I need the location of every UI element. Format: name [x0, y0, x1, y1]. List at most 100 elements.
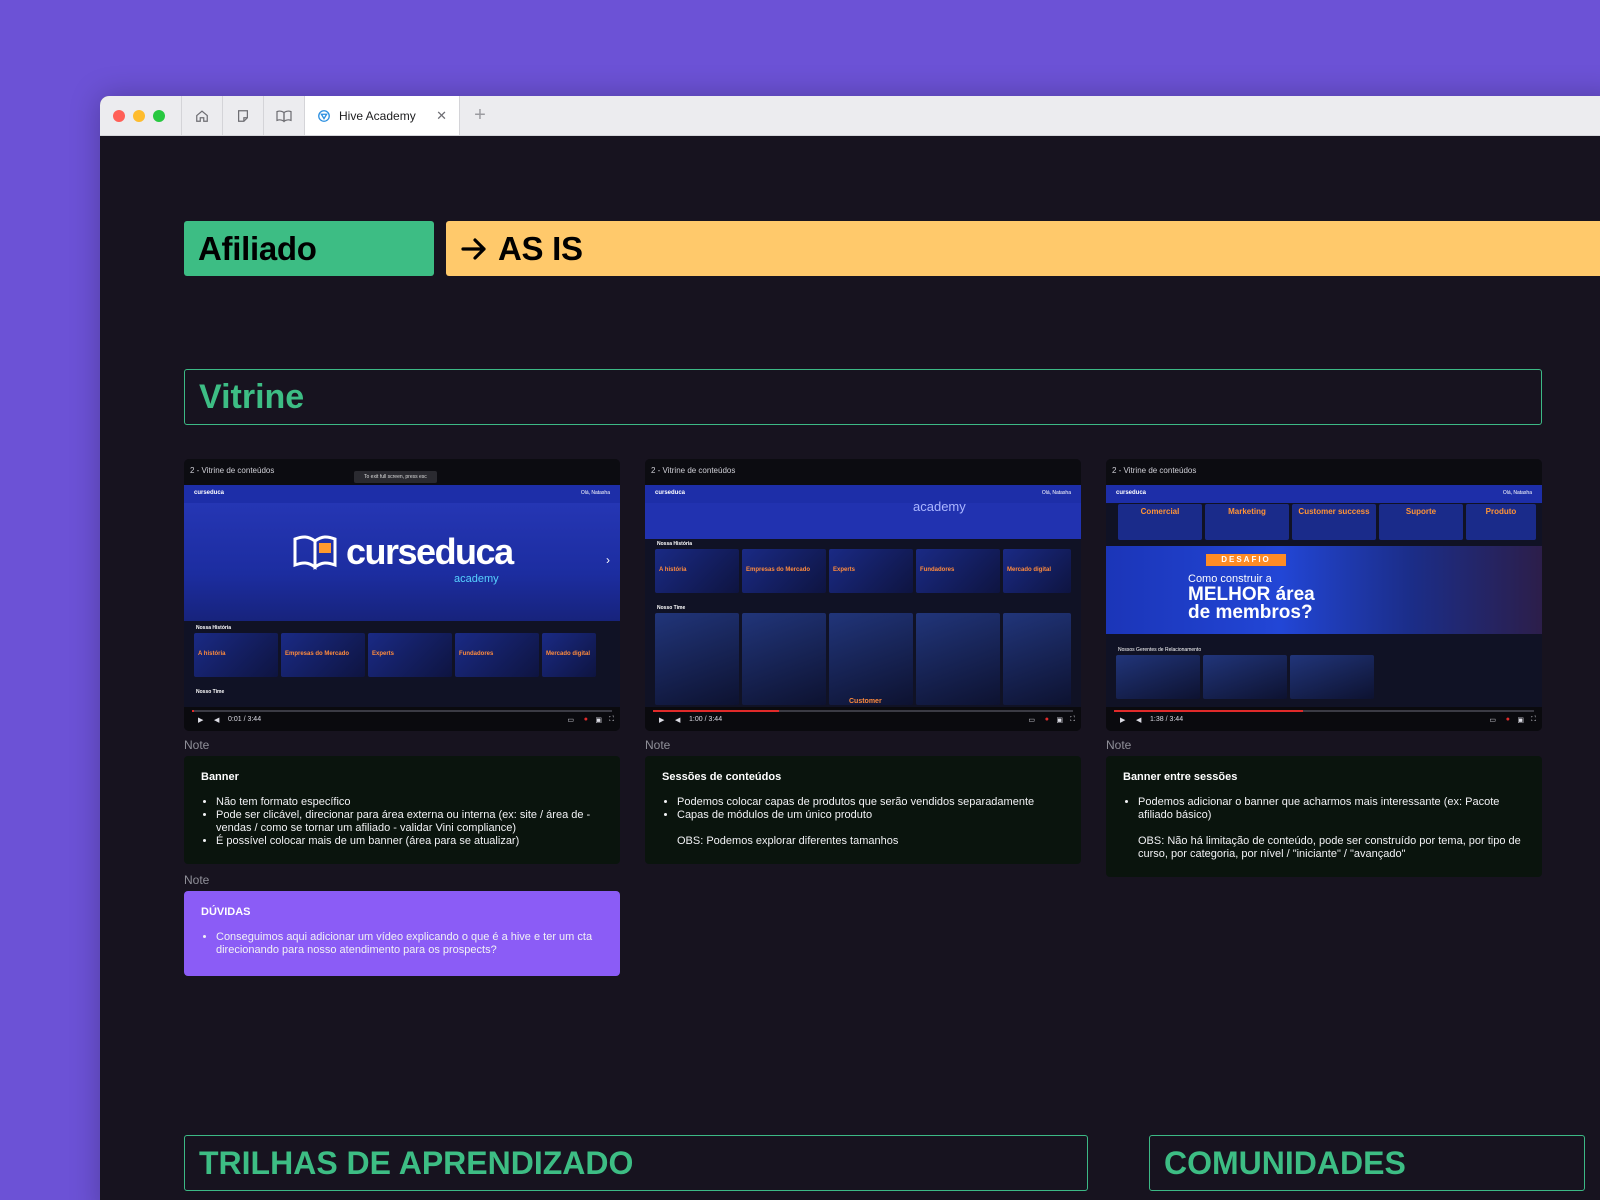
home-button[interactable]: [182, 96, 223, 135]
row-title: Nosso Time: [657, 605, 686, 611]
arrow-right-icon: [461, 237, 486, 260]
volume-icon[interactable]: ◀: [214, 716, 219, 724]
fullscreen-icon[interactable]: ⛶: [609, 716, 614, 724]
play-icon[interactable]: ▶: [659, 716, 664, 724]
content-row: A história Empresas do Mercado Experts F…: [194, 633, 596, 677]
team-card[interactable]: Customer: [829, 613, 913, 705]
library-button[interactable]: [264, 96, 305, 135]
note-questions[interactable]: DÚVIDAS Conseguimos aqui adicionar um ví…: [184, 891, 620, 976]
zoom-window-button[interactable]: [153, 109, 165, 122]
captions-icon[interactable]: ▭: [567, 716, 574, 724]
category-card[interactable]: Produto: [1466, 504, 1536, 540]
row-title: Nossa História: [657, 541, 693, 547]
content-card[interactable]: Experts: [368, 633, 452, 677]
content-card[interactable]: Empresas do Mercado: [742, 549, 826, 593]
content-card[interactable]: Fundadores: [916, 549, 1000, 593]
volume-icon[interactable]: ◀: [1136, 716, 1141, 724]
row-title: Nosso Time: [196, 689, 225, 695]
record-icon[interactable]: ●: [1506, 716, 1510, 723]
sticky-note-icon: [238, 109, 248, 122]
record-icon[interactable]: ●: [1045, 716, 1049, 723]
content-card[interactable]: Mercado digital: [542, 633, 596, 677]
fullscreen-icon[interactable]: ⛶: [1070, 716, 1075, 724]
video-progress[interactable]: [1114, 710, 1534, 712]
mini-logo: curseduca: [655, 490, 686, 496]
note-list: Podemos adicionar o banner que acharmos …: [1123, 796, 1525, 822]
fullscreen-tooltip: To exit full screen, press esc: [354, 471, 437, 483]
category-card[interactable]: Marketing: [1205, 504, 1289, 540]
note-title: Banner entre sessões: [1123, 771, 1238, 783]
manager-card[interactable]: [1116, 655, 1200, 699]
pip-icon[interactable]: ▣: [1517, 716, 1524, 724]
fullscreen-icon[interactable]: ⛶: [1531, 716, 1536, 724]
content-card[interactable]: Experts: [829, 549, 913, 593]
tab-hive-academy[interactable]: Hive Academy ✕: [305, 96, 460, 135]
pip-icon[interactable]: ▣: [595, 716, 602, 724]
browser-window: Hive Academy ✕ + Afiliado AS IS Vitrine …: [100, 96, 1600, 1200]
captions-icon[interactable]: ▭: [1489, 716, 1496, 724]
note-bullet: Podemos adicionar o banner que acharmos …: [1138, 796, 1525, 822]
category-card[interactable]: Comercial: [1118, 504, 1202, 540]
manager-card[interactable]: [1290, 655, 1374, 699]
figma-app-icon: [318, 109, 330, 122]
hero-banner: curseduca academy ›: [184, 503, 620, 621]
team-card[interactable]: [916, 613, 1000, 705]
category-card[interactable]: Customer success: [1292, 504, 1376, 540]
video-screenshot-sessions[interactable]: 2 - Vitrine de conteúdos curseduca Olá, …: [645, 459, 1081, 731]
minimize-window-button[interactable]: [133, 109, 145, 122]
content-card[interactable]: A história: [655, 549, 739, 593]
content-card[interactable]: Mercado digital: [1003, 549, 1071, 593]
close-tab-icon[interactable]: ✕: [436, 108, 447, 124]
open-book-logo-icon: [293, 535, 337, 570]
note-banner[interactable]: Banner Não tem formato específico Pode s…: [184, 756, 620, 864]
note-label: Note: [184, 738, 210, 752]
challenge-banner[interactable]: DESAFIO Como construir a MELHOR área de …: [1106, 546, 1542, 634]
video-time: 0:01 / 3:44: [228, 716, 262, 723]
video-frame: curseduca Olá, Natasha academy Nossa His…: [645, 485, 1081, 707]
close-window-button[interactable]: [113, 109, 125, 122]
note-title: Sessões de conteúdos: [662, 771, 782, 783]
note-banner-between[interactable]: Banner entre sessões Podemos adicionar o…: [1106, 756, 1542, 877]
note-label: Note: [184, 873, 210, 887]
persona-tag: Afiliado: [184, 221, 434, 276]
note-bullet: Conseguimos aqui adicionar um vídeo expl…: [216, 931, 603, 957]
record-icon[interactable]: ●: [584, 716, 588, 723]
video-progress[interactable]: [192, 710, 612, 712]
mini-navbar: curseduca Olá, Natasha: [184, 485, 620, 503]
team-card[interactable]: [1003, 613, 1071, 705]
team-card[interactable]: [742, 613, 826, 705]
content-card[interactable]: A história: [194, 633, 278, 677]
pip-icon[interactable]: ▣: [1056, 716, 1063, 724]
notes-button[interactable]: [223, 96, 264, 135]
note-bullet: Capas de módulos de um único produto: [677, 809, 1064, 822]
team-card[interactable]: [655, 613, 739, 705]
play-icon[interactable]: ▶: [1120, 716, 1125, 724]
manager-card[interactable]: [1203, 655, 1287, 699]
content-card[interactable]: Fundadores: [455, 633, 539, 677]
note-bullet: É possível colocar mais de um banner (ár…: [216, 835, 603, 848]
content-card[interactable]: Empresas do Mercado: [281, 633, 365, 677]
note-bullet: Não tem formato específico: [216, 796, 603, 809]
note-list: Conseguimos aqui adicionar um vídeo expl…: [201, 931, 603, 957]
captions-icon[interactable]: ▭: [1028, 716, 1035, 724]
video-screenshot-banner-between[interactable]: 2 - Vitrine de conteúdos curseduca Olá, …: [1106, 459, 1542, 731]
category-card[interactable]: Suporte: [1379, 504, 1463, 540]
chevron-right-icon[interactable]: ›: [606, 553, 610, 567]
hero-text: academy: [913, 499, 966, 514]
note-content-sessions[interactable]: Sessões de conteúdos Podemos colocar cap…: [645, 756, 1081, 864]
new-tab-button[interactable]: +: [460, 96, 500, 135]
video-screenshot-banner[interactable]: 2 - Vitrine de conteúdos To exit full sc…: [184, 459, 620, 731]
volume-icon[interactable]: ◀: [675, 716, 680, 724]
note-title: Banner: [201, 771, 239, 783]
note-list: Não tem formato específico Pode ser clic…: [201, 796, 603, 848]
state-label: AS IS: [498, 229, 583, 267]
video-progress[interactable]: [653, 710, 1073, 712]
note-obs: OBS: Podemos explorar diferentes tamanho…: [677, 835, 899, 847]
video-progress-fill: [1114, 710, 1303, 712]
play-icon[interactable]: ▶: [198, 716, 203, 724]
video-progress-fill: [653, 710, 779, 712]
title-bar: Hive Academy ✕ +: [100, 96, 1600, 136]
section-comunidades: COMUNIDADES: [1149, 1135, 1585, 1191]
video-frame: curseduca Olá, Natasha curseduca academy…: [184, 485, 620, 707]
note-bullet: Pode ser clicável, direcionar para área …: [216, 809, 603, 835]
